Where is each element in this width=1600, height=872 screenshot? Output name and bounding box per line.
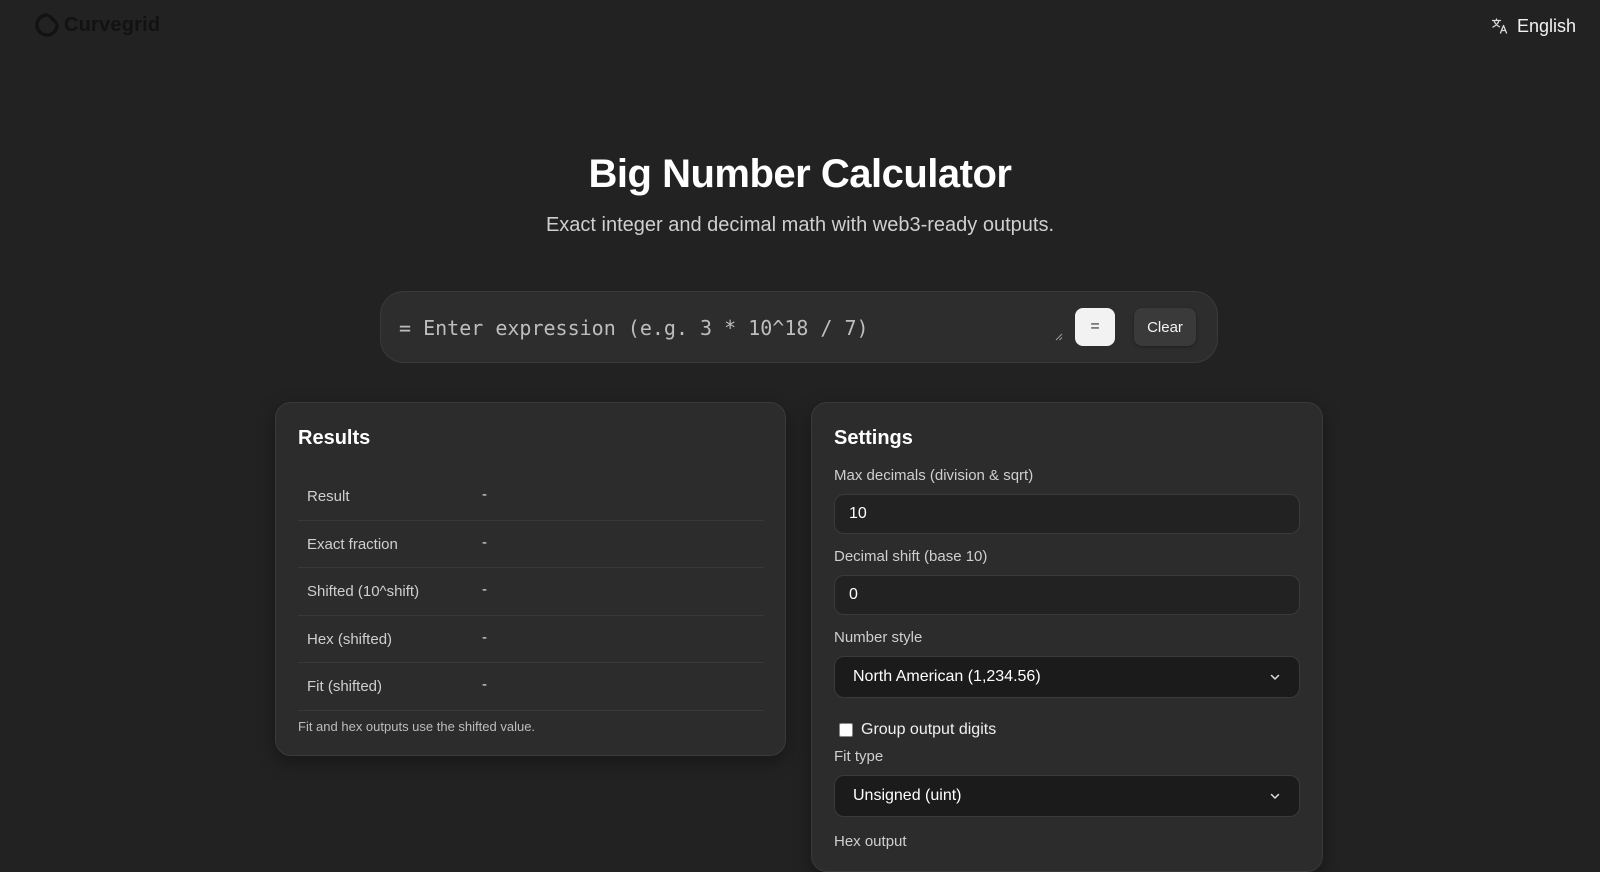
group-digits-label: Group output digits bbox=[861, 721, 997, 738]
table-row: Hex (shifted) - bbox=[298, 616, 764, 663]
hex-output-label: Hex output bbox=[834, 833, 907, 850]
settings-card: Settings Max decimals (division & sqrt) … bbox=[811, 402, 1323, 872]
fit-shifted-value: - bbox=[482, 676, 487, 693]
translate-icon bbox=[1491, 18, 1508, 34]
table-row: Exact fraction - bbox=[298, 521, 764, 568]
decimal-shift-input[interactable] bbox=[834, 575, 1300, 615]
settings-title: Settings bbox=[834, 427, 913, 449]
table-row: Shifted (10^shift) - bbox=[298, 568, 764, 616]
group-digits-checkbox[interactable] bbox=[839, 723, 853, 737]
max-decimals-input[interactable] bbox=[834, 494, 1300, 534]
brand-name: Curvegrid bbox=[64, 13, 161, 36]
page-title: Big Number Calculator bbox=[588, 152, 1012, 196]
page-subtitle: Exact integer and decimal math with web3… bbox=[545, 214, 1055, 236]
results-table: Result - Exact fraction - Shifted (10^sh… bbox=[298, 473, 764, 711]
language-label: English bbox=[1516, 15, 1576, 36]
clear-button[interactable]: Clear bbox=[1134, 308, 1196, 346]
chevron-down-icon bbox=[1270, 793, 1280, 800]
fit-type-select[interactable]: Unsigned (uint) bbox=[834, 775, 1300, 817]
results-card: Results Result - Exact fraction - Shifte… bbox=[275, 402, 786, 756]
group-digits-row[interactable]: Group output digits bbox=[839, 721, 996, 739]
number-style-select[interactable]: North American (1,234.56) bbox=[834, 656, 1300, 698]
fit-type-value: Unsigned (uint) bbox=[853, 787, 962, 804]
resize-handle-icon[interactable] bbox=[1055, 333, 1063, 341]
result-value: - bbox=[482, 486, 487, 503]
max-decimals-label: Max decimals (division & sqrt) bbox=[834, 467, 1034, 484]
results-note: Fit and hex outputs use the shifted valu… bbox=[298, 719, 536, 734]
decimal-shift-label: Decimal shift (base 10) bbox=[834, 548, 988, 565]
top-bar: Curvegrid English bbox=[0, 0, 1600, 52]
table-row: Result - bbox=[298, 473, 764, 521]
chevron-down-icon bbox=[1270, 674, 1280, 681]
language-selector[interactable]: English bbox=[1491, 14, 1576, 38]
exact-fraction-label: Exact fraction bbox=[307, 535, 398, 553]
number-style-label: Number style bbox=[834, 629, 923, 646]
shifted-value: - bbox=[482, 581, 487, 598]
result-label: Result bbox=[307, 488, 350, 505]
hex-shifted-value: - bbox=[482, 628, 487, 646]
brand-logo[interactable]: Curvegrid bbox=[34, 11, 160, 39]
shifted-label: Shifted (10^shift) bbox=[307, 583, 420, 600]
exact-fraction-value: - bbox=[482, 533, 487, 551]
number-style-value: North American (1,234.56) bbox=[853, 668, 1041, 685]
table-row: Fit (shifted) - bbox=[298, 663, 764, 711]
fit-shifted-label: Fit (shifted) bbox=[307, 678, 383, 695]
curvegrid-logo-icon bbox=[35, 13, 59, 37]
evaluate-button[interactable]: = bbox=[1075, 308, 1115, 346]
results-title: Results bbox=[298, 427, 371, 449]
hex-shifted-label: Hex (shifted) bbox=[307, 630, 393, 648]
fit-type-label: Fit type bbox=[834, 748, 884, 765]
expression-input[interactable] bbox=[399, 306, 1051, 350]
